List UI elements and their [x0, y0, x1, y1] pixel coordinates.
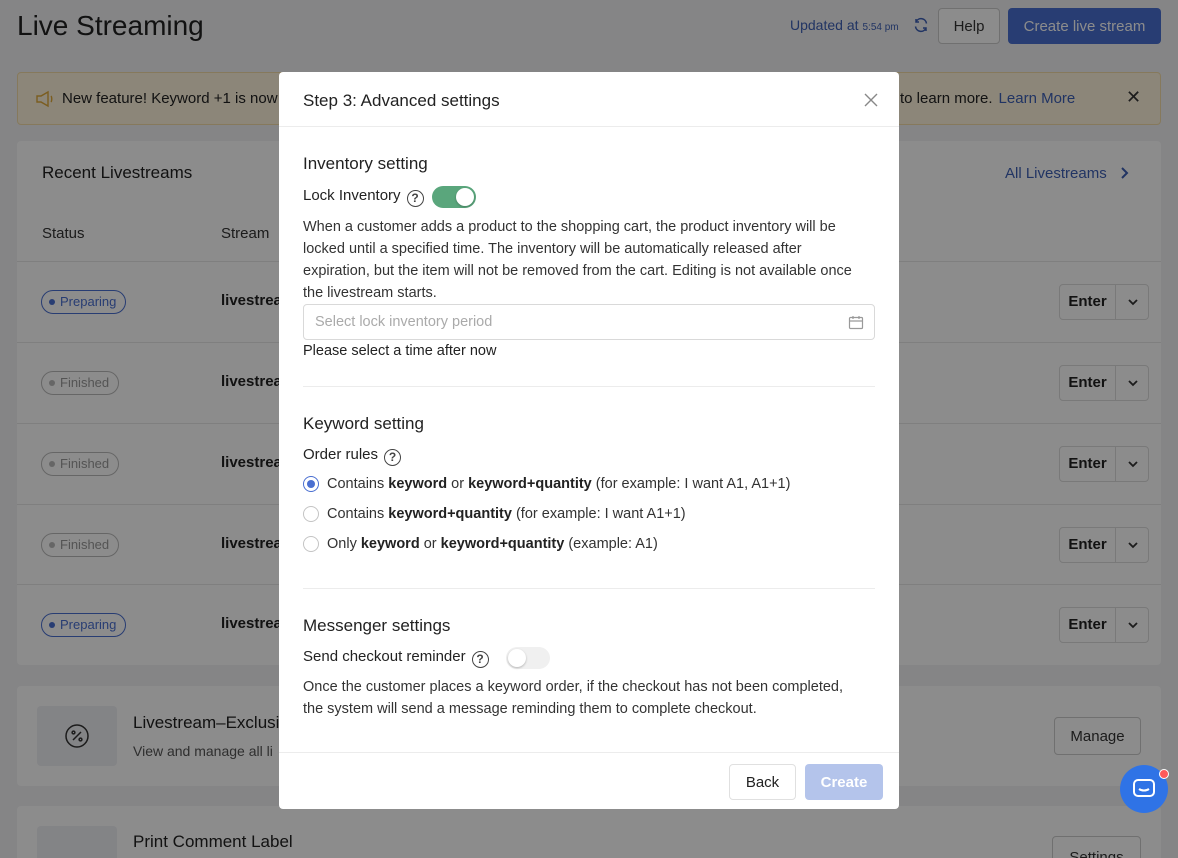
advanced-settings-modal: Step 3: Advanced settings Inventory sett… [279, 72, 899, 809]
toggle-knob [508, 649, 526, 667]
notification-dot [1159, 769, 1169, 779]
create-button[interactable]: Create [805, 764, 883, 800]
keyword-section-title: Keyword setting [303, 414, 424, 433]
order-rule-option-text: Only keyword or keyword+quantity (exampl… [327, 536, 658, 552]
lock-period-placeholder: Select lock inventory period [315, 314, 493, 330]
messenger-section-title: Messenger settings [303, 616, 451, 635]
modal-title: Step 3: Advanced settings [303, 91, 500, 110]
close-icon[interactable] [863, 92, 879, 108]
checkout-reminder-text: Send checkout reminder [303, 648, 466, 665]
radio-button[interactable] [303, 476, 319, 492]
lock-period-hint: Please select a time after now [303, 343, 497, 359]
order-rule-option-text: Contains keyword or keyword+quantity (fo… [327, 476, 791, 492]
divider [303, 588, 875, 589]
help-circle-icon[interactable]: ? [471, 651, 489, 668]
lock-inventory-toggle[interactable] [432, 186, 476, 208]
lock-inventory-text: Lock Inventory [303, 187, 401, 204]
calendar-icon [848, 316, 864, 330]
chat-icon [1133, 779, 1155, 797]
order-rules-label: Order rules? [303, 446, 402, 466]
modal-header: Step 3: Advanced settings [279, 72, 899, 127]
checkout-reminder-label: Send checkout reminder? [303, 648, 489, 668]
order-rules-text: Order rules [303, 446, 379, 463]
help-circle-icon[interactable]: ? [384, 449, 402, 466]
divider [303, 386, 875, 387]
radio-button[interactable] [303, 506, 319, 522]
lock-inventory-label: Lock Inventory? [303, 187, 424, 207]
order-rule-option-text: Contains keyword+quantity (for example: … [327, 506, 686, 522]
checkout-reminder-toggle[interactable] [506, 647, 550, 669]
inventory-section-title: Inventory setting [303, 154, 428, 173]
modal-footer: Back Create [279, 752, 899, 809]
back-button[interactable]: Back [729, 764, 796, 800]
help-circle-icon[interactable]: ? [406, 190, 424, 207]
lock-period-input[interactable]: Select lock inventory period [303, 304, 875, 340]
toggle-knob [456, 188, 474, 206]
lock-inventory-description: When a customer adds a product to the sh… [303, 219, 852, 301]
radio-button[interactable] [303, 536, 319, 552]
checkout-reminder-description: Once the customer places a keyword order… [303, 679, 844, 717]
